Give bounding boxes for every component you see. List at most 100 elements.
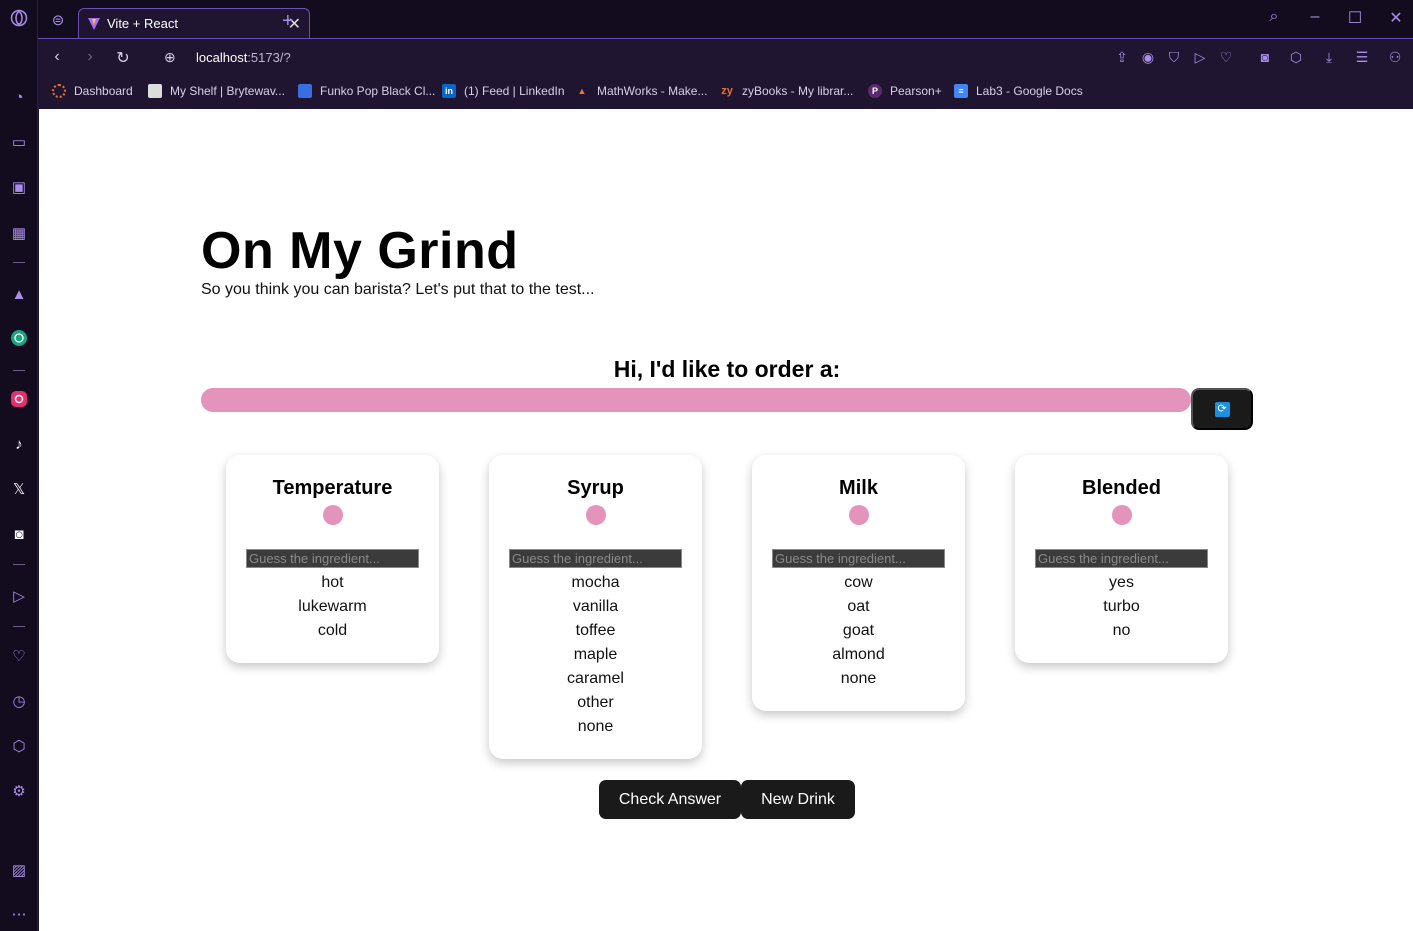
- card-blended: Blended yes turbo no: [1015, 455, 1228, 663]
- discord-icon[interactable]: ◙: [9, 524, 29, 544]
- tiktok-icon[interactable]: ♪: [9, 434, 29, 454]
- order-heading: Hi, I'd like to order a:: [613, 356, 841, 382]
- bookmark-label: (1) Feed | LinkedIn: [464, 84, 565, 98]
- profile-icon[interactable]: ⚇: [1386, 49, 1404, 67]
- pearson-favicon-icon: P: [868, 84, 882, 98]
- more-dots-icon[interactable]: ⋯: [9, 904, 29, 924]
- url-host: localhost: [196, 50, 248, 65]
- option-item[interactable]: caramel: [489, 667, 702, 691]
- send-icon[interactable]: ▷: [9, 586, 29, 606]
- mathworks-favicon-icon: ▲: [577, 86, 587, 96]
- extensions-cube-icon[interactable]: ⬡: [9, 736, 29, 756]
- discord-extension-icon[interactable]: ◙: [1256, 49, 1274, 67]
- refresh-icon: ⟳: [1214, 401, 1230, 417]
- option-item[interactable]: mocha: [489, 571, 702, 595]
- page-content: On My Grind So you think you can barista…: [39, 109, 1413, 931]
- favorite-heart-icon[interactable]: ♡: [1217, 49, 1235, 67]
- funko-favicon-icon: [298, 84, 312, 98]
- site-info-icon[interactable]: ⊕: [164, 49, 176, 66]
- settings-gear-icon[interactable]: ⚙: [9, 781, 29, 801]
- bookmark-item[interactable]: in (1) Feed | LinkedIn: [442, 84, 565, 98]
- share-icon[interactable]: ⇪: [1113, 49, 1131, 67]
- option-item[interactable]: lukewarm: [226, 595, 439, 619]
- minimize-icon[interactable]: –: [1304, 8, 1326, 26]
- guess-input[interactable]: [1035, 549, 1208, 568]
- option-item[interactable]: toffee: [489, 619, 702, 643]
- option-item[interactable]: cold: [226, 619, 439, 643]
- reload-icon[interactable]: ↻: [113, 48, 133, 68]
- camera-icon[interactable]: ◉: [1139, 49, 1157, 67]
- bookmark-item[interactable]: Dashboard: [52, 84, 133, 98]
- option-item[interactable]: no: [1015, 619, 1228, 643]
- downloads-icon[interactable]: ⤓: [1320, 49, 1338, 67]
- forward-icon[interactable]: ›: [80, 48, 100, 66]
- card-title: Milk: [839, 477, 878, 499]
- new-drink-button[interactable]: New Drink: [741, 780, 855, 819]
- card-syrup: Syrup mocha vanilla toffee maple caramel…: [489, 455, 702, 759]
- option-item[interactable]: goat: [752, 619, 965, 643]
- instagram-icon[interactable]: [9, 389, 29, 409]
- maximize-icon[interactable]: ☐: [1344, 8, 1366, 28]
- linkedin-favicon-icon: in: [442, 84, 456, 98]
- option-item[interactable]: yes: [1015, 571, 1228, 595]
- bookmark-item[interactable]: P Pearson+: [868, 84, 942, 98]
- bookmark-label: My Shelf | Brytewav...: [170, 84, 285, 98]
- history-icon[interactable]: ◷: [9, 691, 29, 711]
- option-item[interactable]: oat: [752, 595, 965, 619]
- tab-vite-react[interactable]: Vite + React ✕: [78, 8, 310, 38]
- search-tabs-icon[interactable]: ⌕: [1263, 8, 1285, 26]
- chatgpt-icon[interactable]: [9, 328, 29, 348]
- heart-icon[interactable]: ♡: [9, 646, 29, 666]
- bookmark-item[interactable]: ▲ MathWorks - Make...: [575, 84, 708, 98]
- bookmark-item[interactable]: ≡ Lab3 - Google Docs: [954, 84, 1083, 98]
- extensions-icon[interactable]: ⬡: [1287, 49, 1305, 67]
- tab-strip: ⊜ Vite + React ✕ + ⌕ – ☐ ✕: [38, 0, 1413, 38]
- option-item[interactable]: none: [752, 667, 965, 691]
- card-title: Blended: [1082, 477, 1161, 499]
- new-tab-icon[interactable]: +: [282, 10, 294, 33]
- tab-title: Vite + React: [107, 16, 178, 31]
- back-icon[interactable]: ‹: [47, 48, 67, 66]
- guess-input[interactable]: [246, 549, 419, 568]
- guess-input[interactable]: [772, 549, 945, 568]
- dashboard-favicon-icon: [52, 84, 66, 98]
- guess-input[interactable]: [509, 549, 682, 568]
- bookmark-item[interactable]: Funko Pop Black Cl...: [298, 84, 435, 98]
- option-item[interactable]: turbo: [1015, 595, 1228, 619]
- gamepad-icon[interactable]: ⊜: [48, 10, 68, 30]
- option-item[interactable]: hot: [226, 571, 439, 595]
- option-item[interactable]: none: [489, 715, 702, 739]
- twitch-icon[interactable]: ▣: [9, 177, 29, 197]
- close-window-icon[interactable]: ✕: [1385, 8, 1407, 28]
- address-bar-row: ‹ › ↻ ⊕ localhost:5173/? ⇪ ◉ ⛉ ▷ ♡ ◙ ⬡ ⤓…: [38, 38, 1413, 76]
- vpn-shield-icon[interactable]: ⛉: [1165, 49, 1183, 67]
- refresh-button[interactable]: ⟳: [1191, 388, 1253, 430]
- option-item[interactable]: vanilla: [489, 595, 702, 619]
- vite-favicon-icon: [87, 17, 101, 31]
- option-item[interactable]: other: [489, 691, 702, 715]
- bookmark-item[interactable]: My Shelf | Brytewav...: [148, 84, 285, 98]
- status-dot: [322, 505, 343, 525]
- flow-send-icon[interactable]: ▷: [1191, 49, 1209, 67]
- bookmark-label: Lab3 - Google Docs: [976, 84, 1083, 98]
- card-title: Syrup: [567, 477, 624, 499]
- status-dot: [1111, 505, 1132, 525]
- option-item[interactable]: maple: [489, 643, 702, 667]
- speed-dial-icon[interactable]: ◔: [9, 87, 29, 107]
- zybooks-favicon-icon: zy: [721, 85, 733, 97]
- opera-logo-icon[interactable]: [9, 8, 29, 28]
- aria-icon[interactable]: ▲: [9, 284, 29, 304]
- check-answer-button[interactable]: Check Answer: [599, 780, 741, 819]
- google-docs-favicon-icon: ≡: [954, 84, 968, 98]
- easy-setup-icon[interactable]: ☰: [1353, 49, 1371, 67]
- wallpaper-icon[interactable]: ▨: [9, 860, 29, 880]
- order-display-bar: [201, 388, 1191, 412]
- bookmark-item[interactable]: zy zyBooks - My librar...: [720, 84, 853, 98]
- option-item[interactable]: almond: [752, 643, 965, 667]
- x-twitter-icon[interactable]: 𝕏: [9, 479, 29, 499]
- shop-icon[interactable]: ▭: [9, 132, 29, 152]
- card-temperature: Temperature hot lukewarm cold: [226, 455, 439, 663]
- option-item[interactable]: cow: [752, 571, 965, 595]
- url-field[interactable]: localhost:5173/?: [196, 50, 291, 65]
- gx-control-icon[interactable]: ▦: [9, 223, 29, 243]
